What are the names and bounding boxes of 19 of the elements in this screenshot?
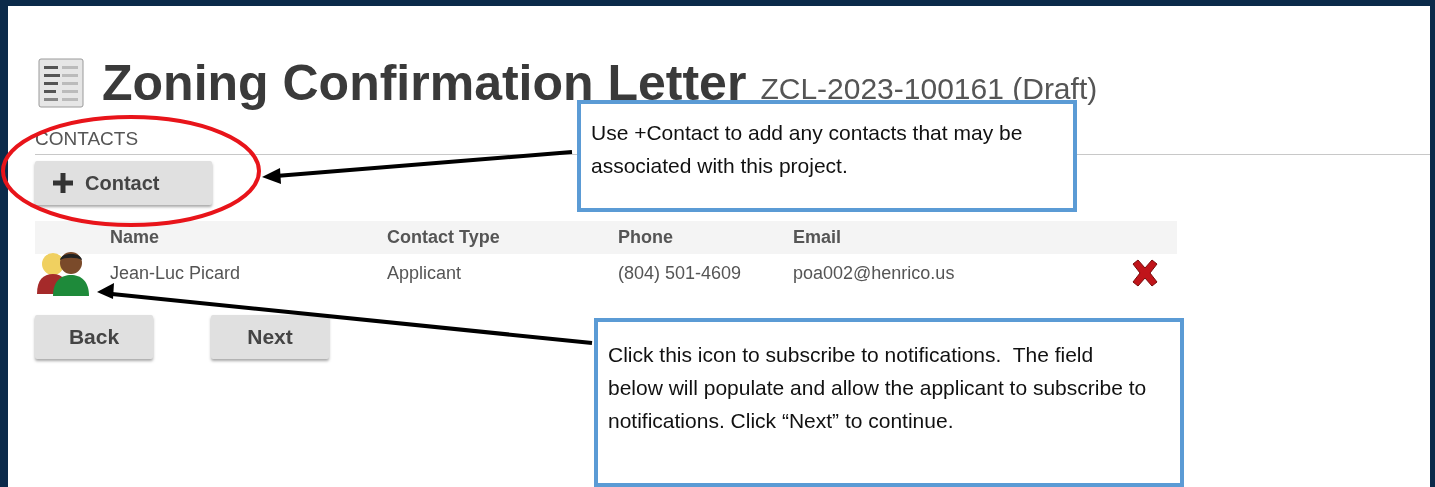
column-header: Name xyxy=(110,227,161,248)
table-cell-text: (804) 501-4609 xyxy=(618,262,743,284)
table-cell-text: Applicant xyxy=(387,262,463,284)
nav-button[interactable]: Back xyxy=(35,315,153,359)
callout-text: Use +Contact to add any contacts that may be associated with this project. xyxy=(591,120,1024,179)
table-cell-text: Jean-Luc Picard xyxy=(110,262,242,284)
record-id: ZCL-2023-100161 (Draft) xyxy=(760,71,1098,107)
callout-text: Click this icon to subscribe to notifications. The field below will populate and allow the applicant to subscribe to notifications. Click “Next” to continue. xyxy=(608,342,1148,434)
plus-icon xyxy=(53,173,73,193)
section-heading: CONTACTS xyxy=(35,128,139,149)
form-icon xyxy=(38,58,84,108)
column-header: Phone xyxy=(618,227,674,248)
column-header: Email xyxy=(793,227,843,248)
nav-button[interactable]: Next xyxy=(211,315,329,359)
add-contact-button[interactable]: Contact xyxy=(35,161,212,205)
table-cell-text: poa002@henrico.us xyxy=(793,262,956,284)
column-header: Contact Type xyxy=(387,227,501,248)
delete-icon[interactable] xyxy=(1130,259,1160,287)
page-title: Zoning Confirmation Letter xyxy=(102,56,747,110)
